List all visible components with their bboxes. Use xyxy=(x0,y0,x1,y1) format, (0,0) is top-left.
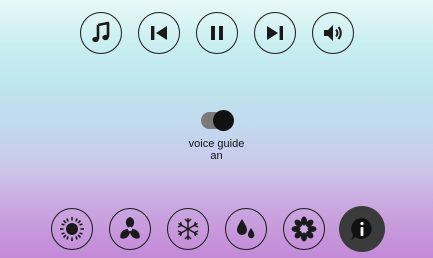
voice-guide-label: voice guide xyxy=(188,138,245,150)
music-note-icon xyxy=(91,21,109,43)
toggle-knob xyxy=(212,110,234,131)
mode-bar xyxy=(0,208,433,254)
fan-icon xyxy=(119,217,140,239)
water-drops-icon xyxy=(236,219,254,239)
voice-guide-section: voice guide an xyxy=(0,110,433,162)
flower-mode-button[interactable] xyxy=(282,208,325,250)
pause-icon xyxy=(210,26,223,40)
snowflake-icon xyxy=(177,218,198,240)
media-control-bar xyxy=(0,12,433,58)
next-track-button[interactable] xyxy=(253,12,296,54)
pause-button[interactable] xyxy=(195,12,238,54)
music-button[interactable] xyxy=(79,12,122,54)
skip-previous-icon xyxy=(150,26,167,40)
voice-guide-state: an xyxy=(210,150,223,162)
skip-next-icon xyxy=(266,26,283,40)
sun-icon xyxy=(59,217,84,241)
flower-icon xyxy=(291,216,316,242)
fan-mode-button[interactable] xyxy=(108,208,151,250)
info-icon xyxy=(350,217,372,240)
info-button[interactable] xyxy=(340,208,383,250)
previous-track-button[interactable] xyxy=(137,12,180,54)
voice-guide-toggle[interactable] xyxy=(200,110,234,131)
volume-icon xyxy=(323,25,342,41)
volume-button[interactable] xyxy=(311,12,354,54)
dry-mode-button[interactable] xyxy=(224,208,267,250)
sun-mode-button[interactable] xyxy=(50,208,93,250)
cool-mode-button[interactable] xyxy=(166,208,209,250)
